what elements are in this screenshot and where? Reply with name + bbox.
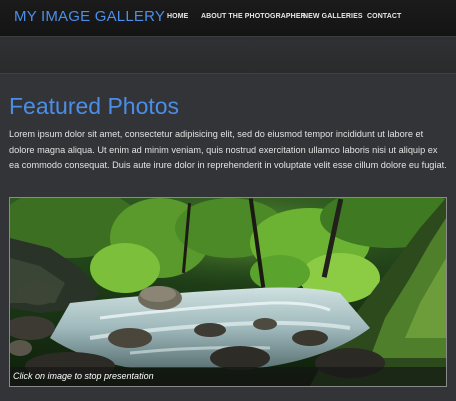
nav-home[interactable]: HOME bbox=[167, 13, 188, 20]
page-title: Featured Photos bbox=[9, 93, 180, 119]
slideshow[interactable]: Click on image to stop presentation bbox=[9, 197, 447, 387]
nav-new-galleries[interactable]: NEW GALLERIES bbox=[303, 13, 363, 20]
caption-bar: Click on image to stop presentation bbox=[10, 367, 446, 386]
intro-paragraph: Lorem ipsum dolor sit amet, consectetur … bbox=[9, 129, 447, 170]
site-header: MY IMAGE GALLERY HOME ABOUT THE PHOTOGRA… bbox=[0, 0, 456, 37]
header-band bbox=[0, 37, 456, 73]
forest-stream-photo[interactable] bbox=[10, 198, 446, 386]
nav-contact[interactable]: CONTACT bbox=[367, 13, 401, 20]
slideshow-caption: Click on image to stop presentation bbox=[13, 371, 154, 381]
nav-about-photographer[interactable]: ABOUT THE PHOTOGRAPHER bbox=[201, 13, 306, 20]
site-title-link[interactable]: MY IMAGE GALLERY bbox=[14, 8, 165, 25]
